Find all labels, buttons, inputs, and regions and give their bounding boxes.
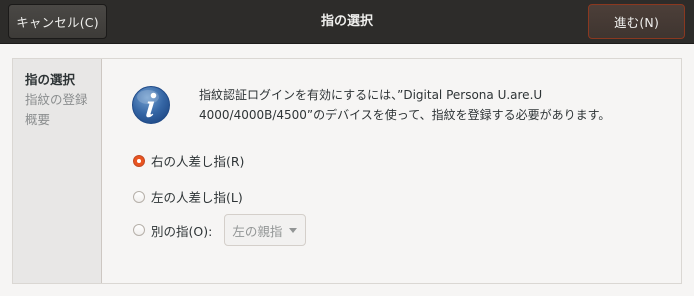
cancel-button-label: キャンセル(C)	[16, 15, 99, 30]
info-icon	[132, 86, 170, 124]
step-sidebar: 指の選択 指紋の登録 概要	[13, 59, 102, 283]
option-other-finger[interactable]: 別の指(O): 左の親指	[133, 214, 307, 246]
option-right-index-finger[interactable]: 右の人差し指(R)	[133, 151, 244, 170]
main-area: 指紋認証ログインを有効にするには、”Digital Persona U.are.…	[103, 59, 681, 283]
next-button[interactable]: 進む(N)	[588, 4, 685, 39]
radio-other-finger[interactable]	[133, 224, 145, 236]
header-bar: キャンセル(C) 指の選択 進む(N)	[0, 0, 694, 44]
info-message: 指紋認証ログインを有効にするには、”Digital Persona U.are.…	[199, 88, 611, 122]
other-finger-select-value: 左の親指	[232, 223, 283, 239]
other-finger-select[interactable]: 左の親指	[224, 214, 307, 246]
option-label-left-index: 左の人差し指(L)	[151, 190, 243, 205]
radio-left-index-finger[interactable]	[133, 190, 145, 203]
chevron-down-icon	[289, 228, 298, 233]
option-label-right-index: 右の人差し指(R)	[151, 154, 245, 169]
content-panel: 指の選択 指紋の登録 概要 指紋認証ログインを有効にするには、”Digital …	[12, 58, 682, 284]
sidebar-item-summary: 概要	[25, 112, 51, 127]
option-left-index-finger[interactable]: 左の人差し指(L)	[133, 187, 243, 206]
sidebar-item-enroll-fingerprint: 指紋の登録	[25, 92, 88, 107]
option-label-other: 別の指(O):	[151, 223, 213, 239]
radio-right-index-finger[interactable]	[133, 154, 145, 167]
sidebar-item-select-finger: 指の選択	[25, 72, 76, 87]
cancel-button[interactable]: キャンセル(C)	[8, 4, 107, 39]
next-button-label: 進む(N)	[613, 15, 660, 30]
